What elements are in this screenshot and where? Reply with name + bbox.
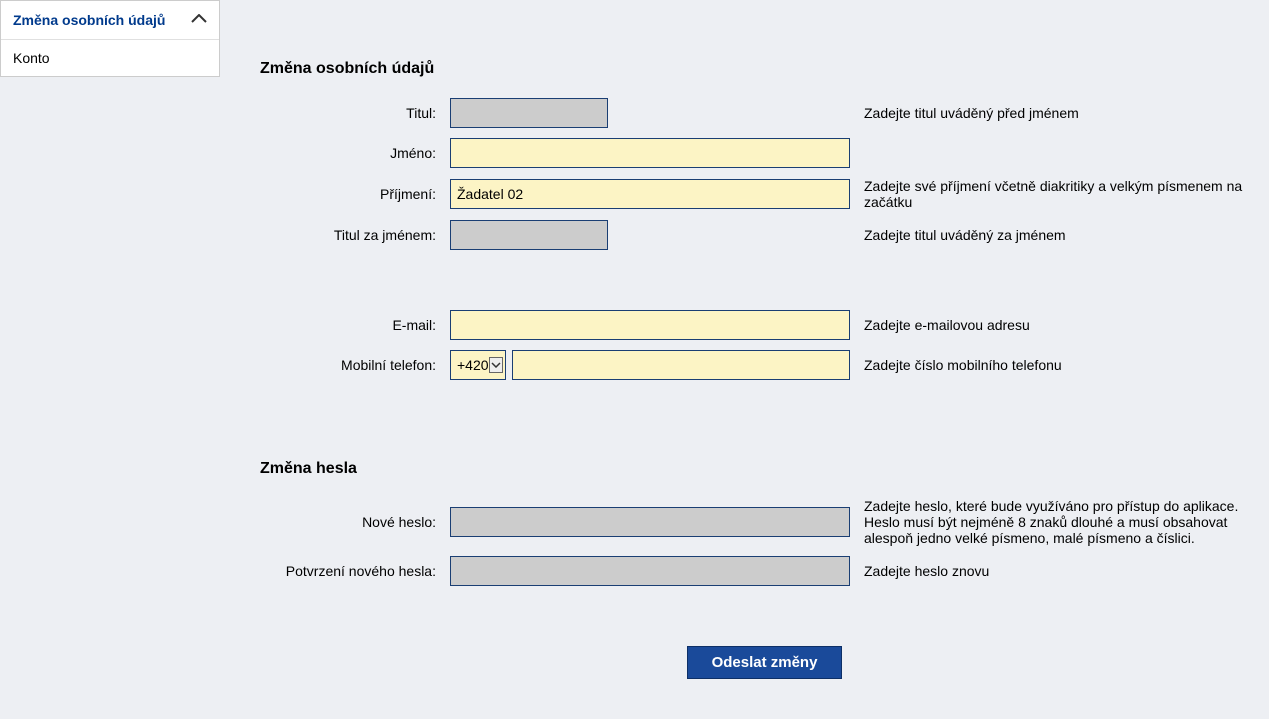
row-potvrzeni-hesla: Potvrzení nového hesla: Zadejte heslo zn…: [260, 556, 1269, 586]
phone-prefix-value: +420: [457, 357, 489, 373]
label-titul-za: Titul za jménem:: [260, 227, 450, 243]
submit-button[interactable]: Odeslat změny: [687, 646, 843, 679]
phone-prefix-select[interactable]: +420: [450, 350, 506, 380]
section-title-password: Změna hesla: [260, 460, 1269, 478]
row-email: E-mail: Zadejte e-mailovou adresu: [260, 310, 1269, 340]
sidebar-item-label: Konto: [13, 50, 50, 66]
sidebar: Změna osobních údajů Konto: [0, 0, 220, 77]
input-titul-za[interactable]: [450, 220, 608, 250]
label-prijmeni: Příjmení:: [260, 186, 450, 202]
input-prijmeni[interactable]: [450, 179, 850, 209]
hint-potvrzeni-hesla: Zadejte heslo znovu: [850, 563, 1269, 579]
hint-telefon: Zadejte číslo mobilního telefonu: [850, 357, 1269, 373]
row-prijmeni: Příjmení: Zadejte své příjmení včetně di…: [260, 178, 1269, 210]
hint-nove-heslo: Zadejte heslo, které bude využíváno pro …: [850, 498, 1269, 546]
label-potvrzeni-hesla: Potvrzení nového hesla:: [260, 563, 450, 579]
row-nove-heslo: Nové heslo: Zadejte heslo, které bude vy…: [260, 498, 1269, 546]
hint-titul: Zadejte titul uváděný před jménem: [850, 105, 1269, 121]
submit-row: Odeslat změny: [260, 646, 1269, 679]
section-title-personal: Změna osobních údajů: [260, 60, 1269, 78]
label-titul: Titul:: [260, 105, 450, 121]
sidebar-item-label: Změna osobních údajů: [13, 12, 165, 28]
sidebar-item-konto[interactable]: Konto: [1, 40, 219, 76]
label-email: E-mail:: [260, 317, 450, 333]
row-telefon: Mobilní telefon: +420 Zadejte číslo mobi…: [260, 350, 1269, 380]
input-email[interactable]: [450, 310, 850, 340]
row-jmeno: Jméno:: [260, 138, 1269, 168]
hint-email: Zadejte e-mailovou adresu: [850, 317, 1269, 333]
input-potvrzeni-hesla[interactable]: [450, 556, 850, 586]
label-telefon: Mobilní telefon:: [260, 357, 450, 373]
hint-prijmeni: Zadejte své příjmení včetně diakritiky a…: [850, 178, 1269, 210]
input-jmeno[interactable]: [450, 138, 850, 168]
label-nove-heslo: Nové heslo:: [260, 514, 450, 530]
hint-titul-za: Zadejte titul uváděný za jménem: [850, 227, 1269, 243]
chevron-up-icon: [191, 11, 207, 29]
row-titul: Titul: Zadejte titul uváděný před jménem: [260, 98, 1269, 128]
sidebar-item-zmena-udaju[interactable]: Změna osobních údajů: [1, 1, 219, 40]
label-jmeno: Jméno:: [260, 145, 450, 161]
input-telefon[interactable]: [512, 350, 850, 380]
input-titul[interactable]: [450, 98, 608, 128]
row-titul-za: Titul za jménem: Zadejte titul uváděný z…: [260, 220, 1269, 250]
chevron-down-icon: [489, 357, 503, 373]
input-nove-heslo[interactable]: [450, 507, 850, 537]
main-content: Změna osobních údajů Titul: Zadejte titu…: [220, 0, 1269, 719]
